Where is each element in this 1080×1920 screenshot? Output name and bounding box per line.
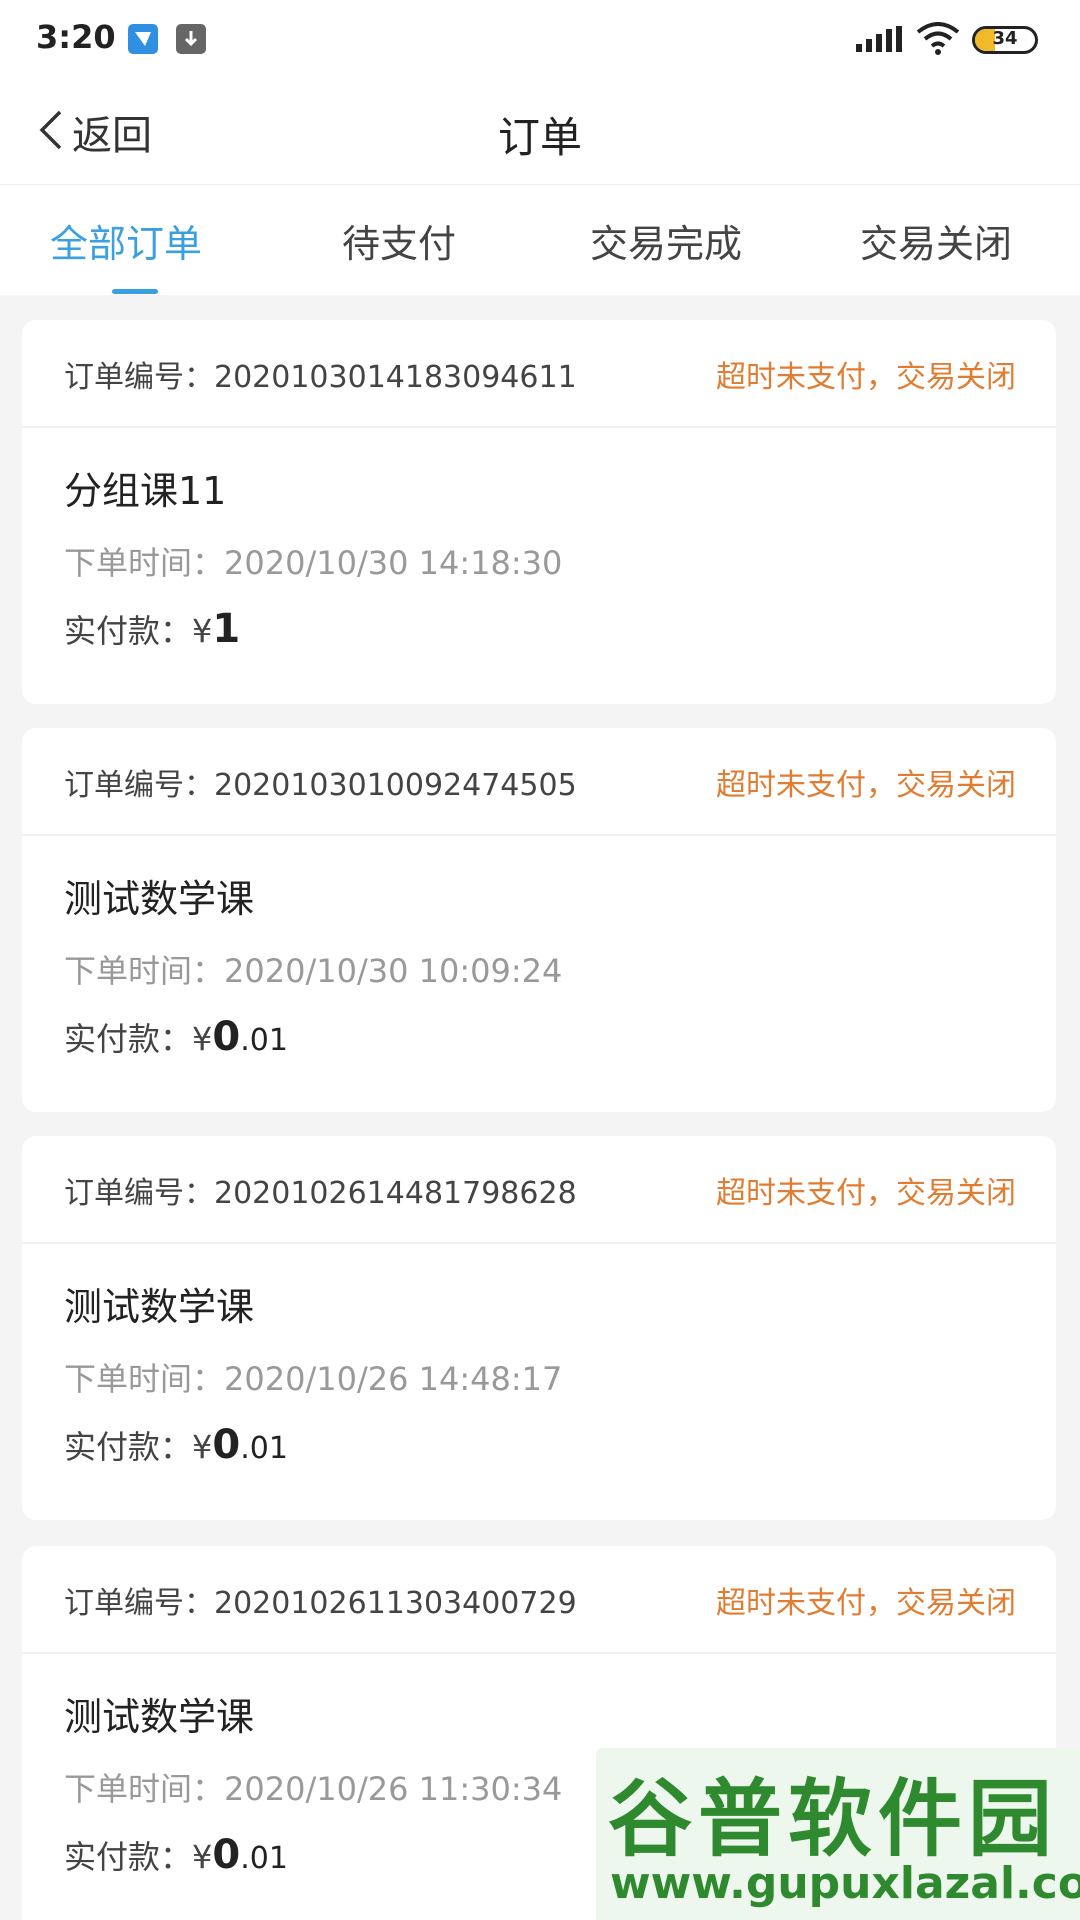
- amount-integer: 0: [212, 1422, 241, 1468]
- battery-icon: 34: [972, 26, 1038, 54]
- order-card[interactable]: 订单编号：2020103010092474505 超时未支付，交易关闭 测试数学…: [22, 728, 1056, 1112]
- currency-symbol: ¥: [192, 1020, 213, 1058]
- course-title: 测试数学课: [64, 877, 255, 921]
- order-status: 超时未支付，交易关闭: [716, 1176, 1016, 1211]
- signal-icon: [856, 26, 902, 58]
- page-title: 订单: [497, 113, 582, 162]
- order-card-header: 订单编号：2020103014183094611 超时未支付，交易关闭: [22, 320, 1056, 428]
- amount-integer: 1: [212, 606, 241, 652]
- order-status: 超时未支付，交易关闭: [716, 360, 1016, 395]
- order-number: 订单编号：2020102614481798628: [64, 1176, 577, 1211]
- amount-decimal: .01: [240, 1841, 288, 1876]
- nav-bar: 返回 订单: [0, 80, 1080, 185]
- order-card-header: 订单编号：2020102611303400729 超时未支付，交易关闭: [22, 1546, 1056, 1654]
- status-bar: 3:20 34: [0, 0, 1080, 80]
- battery-level-text: 34: [992, 28, 1018, 49]
- order-payment: 实付款：¥0.01: [64, 1832, 288, 1878]
- amount-decimal: .01: [240, 1431, 288, 1466]
- status-time: 3:20: [36, 18, 116, 56]
- order-time: 下单时间：2020/10/30 14:18:30: [64, 544, 563, 582]
- order-time: 下单时间：2020/10/26 14:48:17: [64, 1360, 563, 1398]
- order-number: 订单编号：2020102611303400729: [64, 1586, 577, 1621]
- course-title: 测试数学课: [64, 1695, 255, 1739]
- order-time: 下单时间：2020/10/26 11:30:34: [64, 1770, 563, 1808]
- order-number: 订单编号：2020103014183094611: [64, 360, 577, 395]
- wifi-icon: [916, 22, 960, 60]
- site-watermark: 谷普软件园 www.gupuxlazal.com: [596, 1748, 1080, 1920]
- order-card[interactable]: 订单编号：2020103014183094611 超时未支付，交易关闭 分组课1…: [22, 320, 1056, 704]
- payment-label: 实付款：: [64, 1428, 193, 1466]
- tab-completed[interactable]: 交易完成: [590, 213, 742, 268]
- tab-closed[interactable]: 交易关闭: [860, 213, 1012, 268]
- course-title: 测试数学课: [64, 1285, 255, 1329]
- payment-label: 实付款：: [64, 612, 193, 650]
- tab-active-indicator: [112, 289, 158, 294]
- order-time: 下单时间：2020/10/30 10:09:24: [64, 952, 563, 990]
- payment-label: 实付款：: [64, 1838, 193, 1876]
- order-payment: 实付款：¥1: [64, 606, 240, 652]
- watermark-url: www.gupuxlazal.com: [610, 1858, 1080, 1909]
- watermark-logo-text: 谷普软件园: [608, 1770, 1059, 1868]
- order-payment: 实付款：¥0.01: [64, 1422, 288, 1468]
- currency-symbol: ¥: [192, 612, 213, 650]
- tab-pending-payment[interactable]: 待支付: [342, 213, 456, 268]
- order-status: 超时未支付，交易关闭: [716, 1586, 1016, 1621]
- currency-symbol: ¥: [192, 1838, 213, 1876]
- order-card[interactable]: 订单编号：2020102614481798628 超时未支付，交易关闭 测试数学…: [22, 1136, 1056, 1520]
- download-icon: [176, 24, 206, 54]
- order-number: 订单编号：2020103010092474505: [64, 768, 577, 803]
- order-payment: 实付款：¥0.01: [64, 1014, 288, 1060]
- order-status: 超时未支付，交易关闭: [716, 768, 1016, 803]
- app-notification-icon: [128, 24, 158, 54]
- tab-all-orders[interactable]: 全部订单: [50, 213, 202, 268]
- amount-integer: 0: [212, 1014, 241, 1060]
- order-tabs: 全部订单 待支付 交易完成 交易关闭: [0, 185, 1080, 295]
- course-title: 分组课11: [64, 469, 227, 513]
- currency-symbol: ¥: [192, 1428, 213, 1466]
- order-card-header: 订单编号：2020102614481798628 超时未支付，交易关闭: [22, 1136, 1056, 1244]
- order-card-header: 订单编号：2020103010092474505 超时未支付，交易关闭: [22, 728, 1056, 836]
- amount-decimal: .01: [240, 1023, 288, 1058]
- amount-integer: 0: [212, 1832, 241, 1878]
- payment-label: 实付款：: [64, 1020, 193, 1058]
